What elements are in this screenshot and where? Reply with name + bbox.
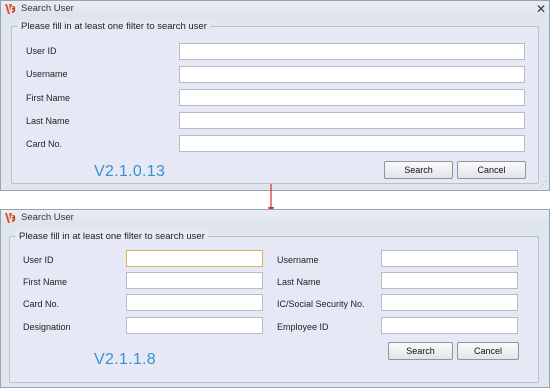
username-field[interactable] xyxy=(179,66,525,83)
card-no-label: Card No. xyxy=(23,299,60,309)
card-no-field[interactable] xyxy=(179,135,525,152)
search-user-window-v1: Search User ✕ Please fill in at least on… xyxy=(0,0,550,191)
filter-instructions: Please fill in at least one filter to se… xyxy=(18,21,210,32)
employee-id-label: Employee ID xyxy=(277,322,329,332)
card-no-label: Card No. xyxy=(26,139,63,149)
card-no-field[interactable] xyxy=(126,294,263,311)
cancel-button[interactable]: Cancel xyxy=(457,161,526,179)
window-title: Search User xyxy=(21,3,74,14)
first-name-field[interactable] xyxy=(179,89,525,106)
last-name-label: Last Name xyxy=(26,116,70,126)
user-id-field[interactable] xyxy=(126,250,263,267)
resize-grip-icon[interactable]: ⋰ xyxy=(539,181,547,189)
designation-label: Designation xyxy=(23,322,71,332)
window-title: Search User xyxy=(21,212,74,223)
cancel-button[interactable]: Cancel xyxy=(457,342,519,360)
version-label: V2.1.0.13 xyxy=(94,163,166,180)
user-id-label: User ID xyxy=(26,46,57,56)
filter-instructions: Please fill in at least one filter to se… xyxy=(16,231,208,242)
last-name-field[interactable] xyxy=(381,272,518,289)
first-name-label: First Name xyxy=(26,93,71,103)
first-name-field[interactable] xyxy=(126,272,263,289)
username-label: Username xyxy=(277,255,319,265)
search-button[interactable]: Search xyxy=(384,161,453,179)
username-field[interactable] xyxy=(381,250,518,267)
close-icon[interactable]: ✕ xyxy=(536,1,546,17)
version-label: V2.1.1.8 xyxy=(94,351,157,368)
user-id-label: User ID xyxy=(23,255,54,265)
app-logo-icon xyxy=(5,213,16,223)
title-bar[interactable]: Search User xyxy=(1,210,549,226)
first-name-label: First Name xyxy=(23,277,68,287)
ic-social-security-field[interactable] xyxy=(381,294,518,311)
last-name-field[interactable] xyxy=(179,112,525,129)
designation-field[interactable] xyxy=(126,317,263,334)
employee-id-field[interactable] xyxy=(381,317,518,334)
username-label: Username xyxy=(26,69,68,79)
app-logo-icon xyxy=(5,4,16,14)
title-bar[interactable]: Search User ✕ xyxy=(1,1,549,17)
ic-social-security-label: IC/Social Security No. xyxy=(277,299,365,309)
last-name-label: Last Name xyxy=(277,277,321,287)
search-button[interactable]: Search xyxy=(388,342,453,360)
user-id-field[interactable] xyxy=(179,43,525,60)
search-user-window-v2: Search User Please fill in at least one … xyxy=(0,209,550,388)
